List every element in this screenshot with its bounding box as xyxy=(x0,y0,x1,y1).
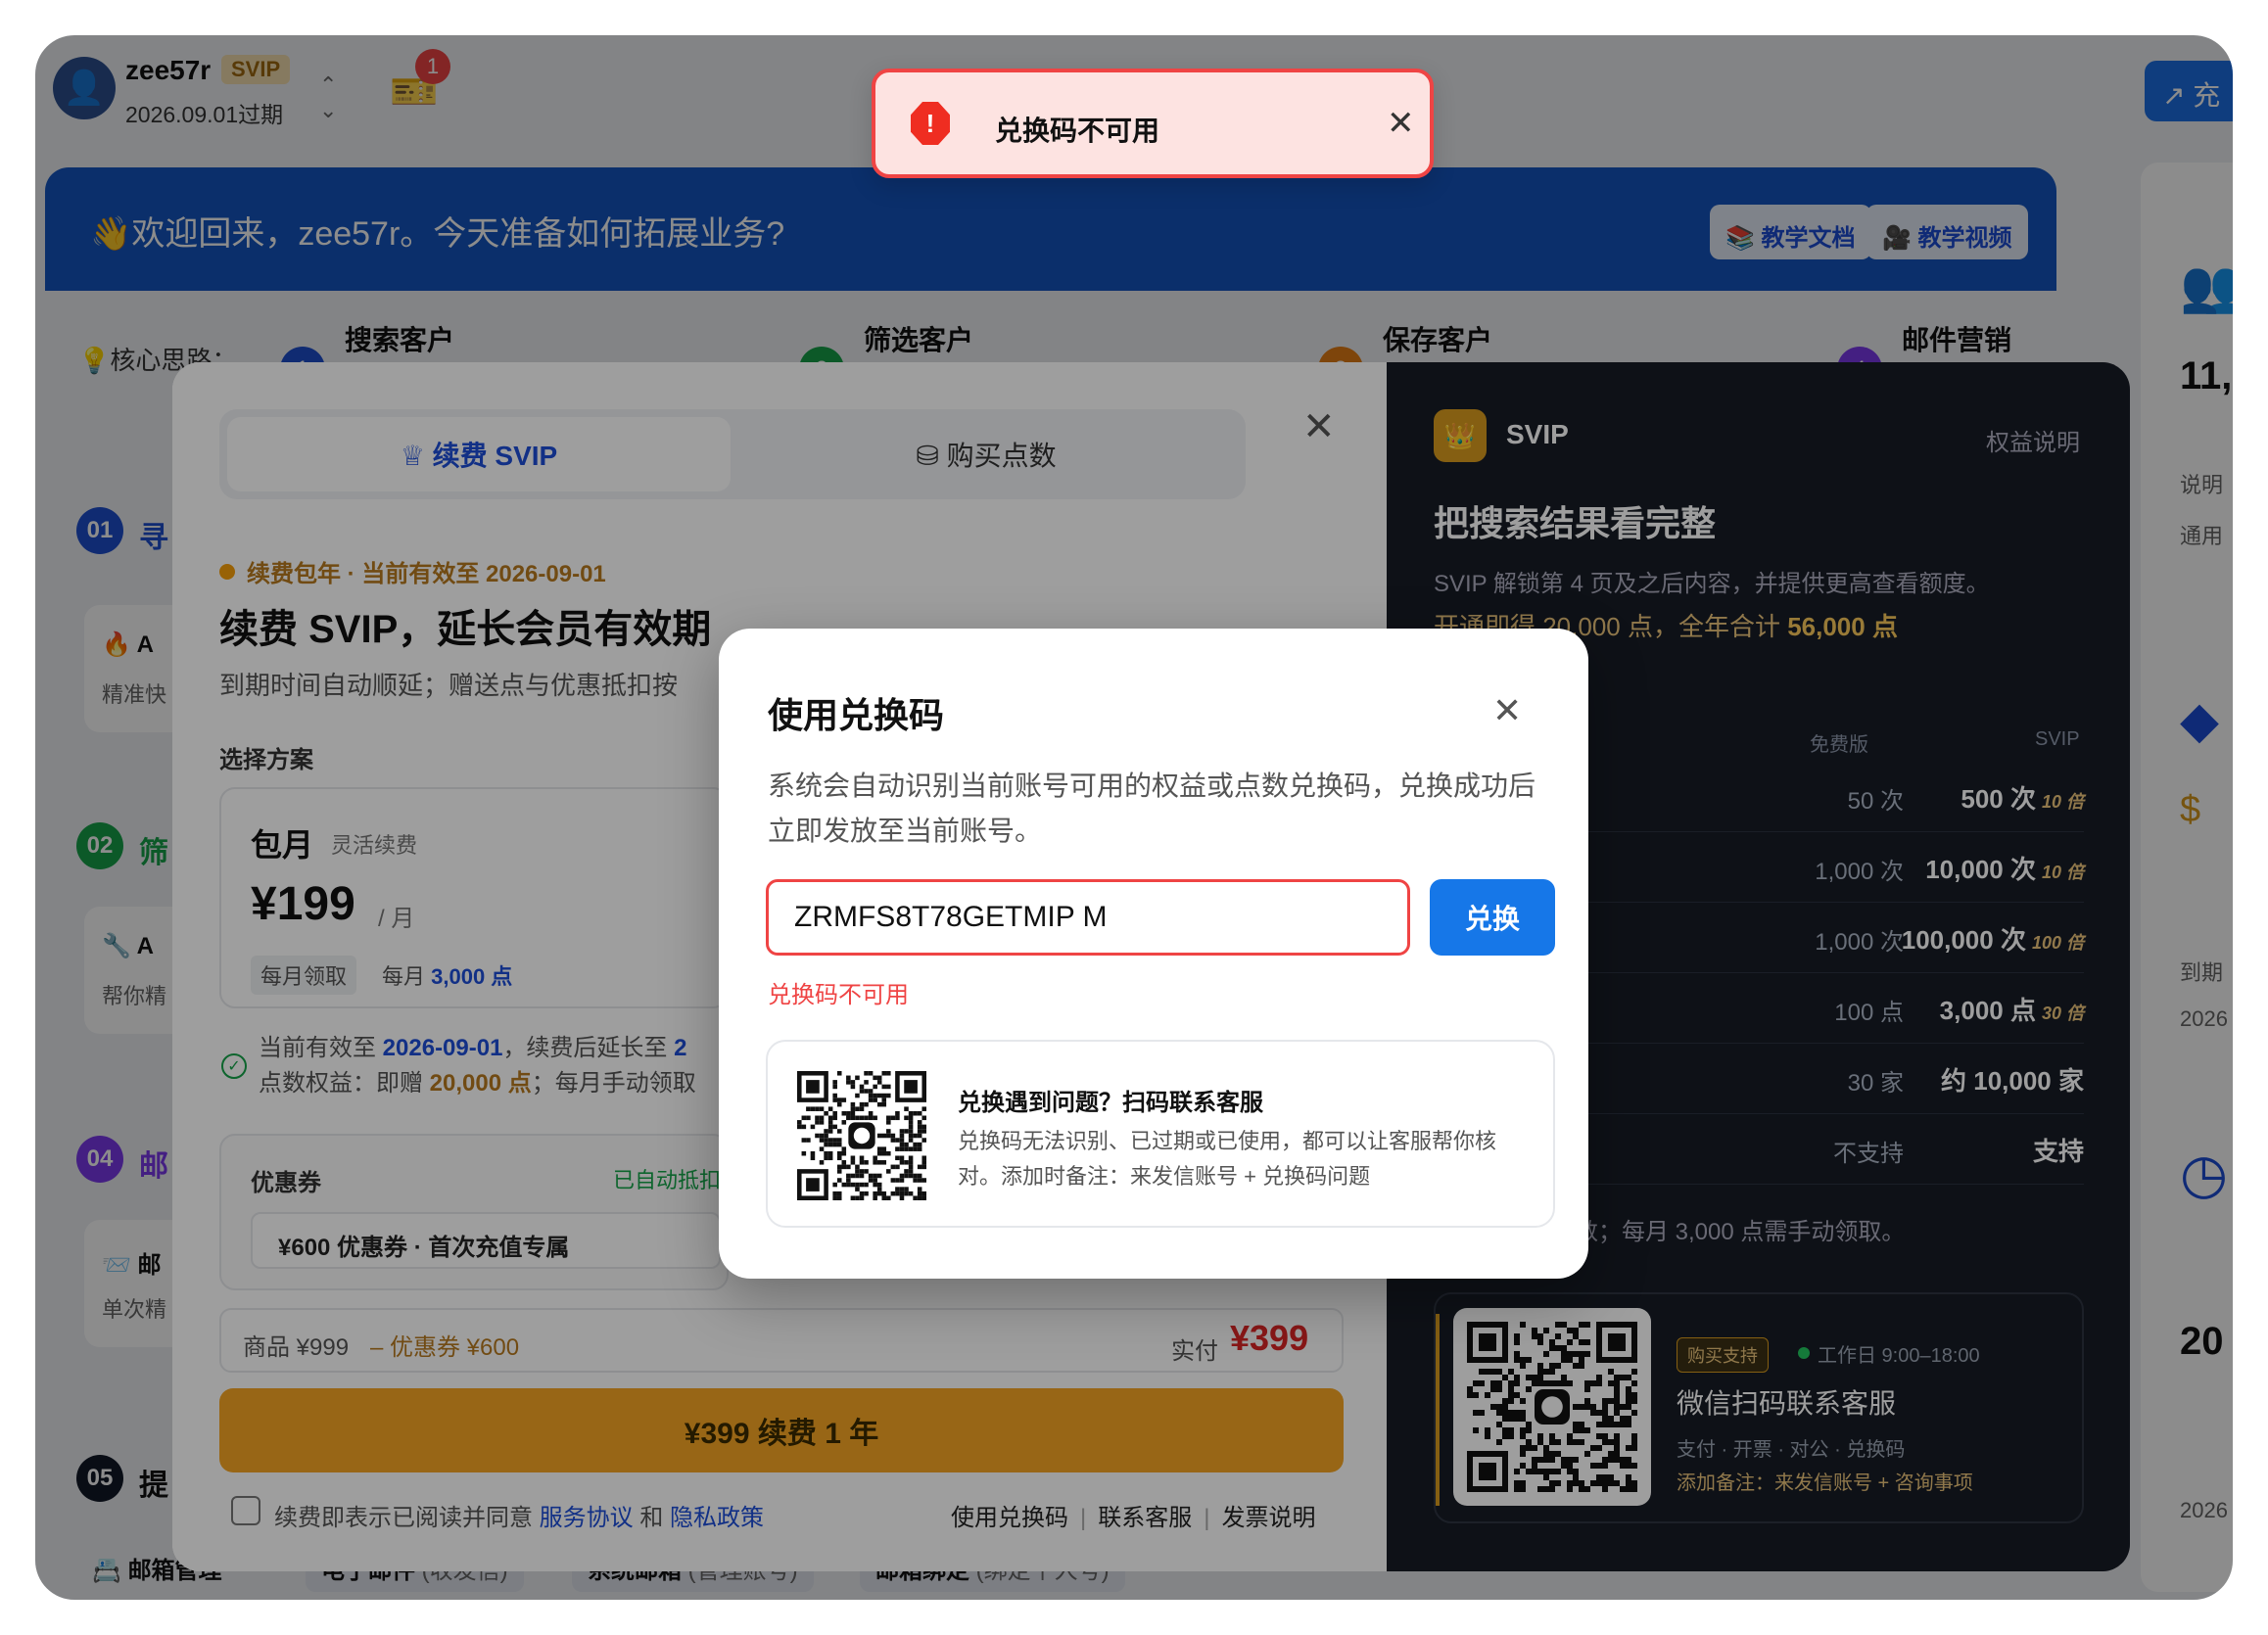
redeem-title: 使用兑换码 xyxy=(768,695,945,735)
app-window: 👤 zee57r SVIP 2026.09.01过期 ⌃ ⌄ 🎫 1 ↗ 充 👋欢… xyxy=(35,35,2233,1600)
help-title: 兑换遇到问题？扫码联系客服 xyxy=(958,1090,1263,1116)
close-icon[interactable]: ✕ xyxy=(1492,693,1522,728)
help-text: 兑换码无法识别、已过期或已使用，都可以让客服帮你核对。添加时备注：来发信账号 +… xyxy=(958,1129,1497,1189)
error-toast: ! 兑换码不可用 ✕ xyxy=(872,69,1434,178)
redeem-description: 系统会自动识别当前账号可用的权益或点数兑换码，兑换成功后立即发放至当前账号。 xyxy=(768,771,1536,846)
redeem-code-input[interactable] xyxy=(766,879,1410,956)
redeem-dialog: 使用兑换码 ✕ 系统会自动识别当前账号可用的权益或点数兑换码，兑换成功后立即发放… xyxy=(719,629,1588,1279)
toast-text: 兑换码不可用 xyxy=(995,116,1160,146)
help-qr-code xyxy=(797,1071,926,1200)
redeem-button[interactable]: 兑换 xyxy=(1430,879,1555,956)
help-card: 兑换遇到问题？扫码联系客服 兑换码无法识别、已过期或已使用，都可以让客服帮你核对… xyxy=(766,1040,1555,1228)
error-message: 兑换码不可用 xyxy=(768,982,909,1008)
close-icon[interactable]: ✕ xyxy=(1387,104,1415,143)
alert-icon: ! xyxy=(911,102,950,145)
